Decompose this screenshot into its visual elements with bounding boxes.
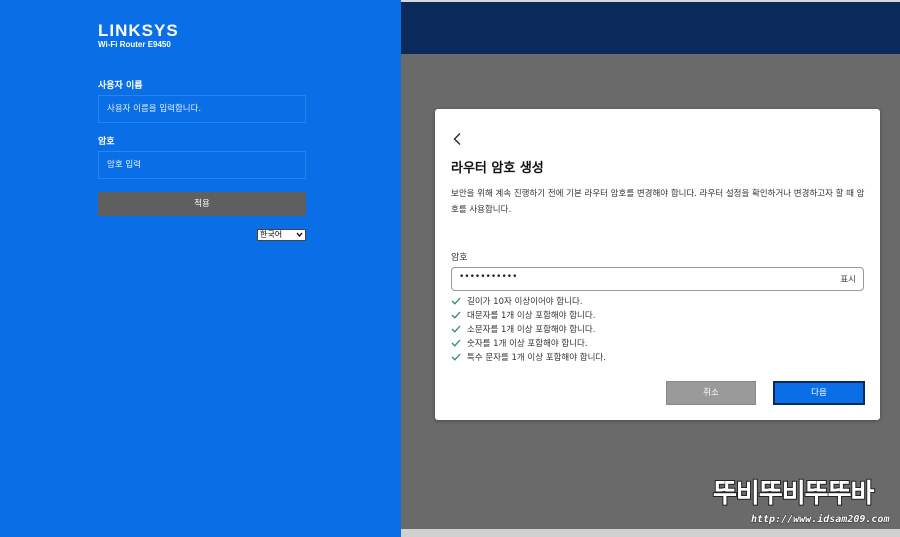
chevron-down-icon xyxy=(296,230,303,243)
dialog-title: 라우터 암호 생성 xyxy=(451,161,544,176)
check-icon xyxy=(451,353,461,361)
username-input[interactable]: 사용자 이름을 입력합니다. xyxy=(98,95,306,123)
rule-text: 숫자를 1개 이상 포함해야 합니다. xyxy=(467,339,588,349)
watermark-url: http://www.idsam209.com xyxy=(750,514,890,526)
rule-text: 특수 문자를 1개 이상 포함해야 합니다. xyxy=(467,353,606,363)
rule-text: 소문자를 1개 이상 포함해야 합니다. xyxy=(467,325,596,335)
rule-item: 소문자를 1개 이상 포함해야 합니다. xyxy=(451,322,606,336)
router-model: Wi-Fi Router E9450 xyxy=(98,40,171,49)
watermark-text: 뚜비뚜비뚜뚜바 xyxy=(712,478,875,510)
check-icon xyxy=(451,297,461,305)
check-icon xyxy=(451,311,461,319)
logo-text: LINKSYS xyxy=(98,21,179,40)
password-input[interactable]: 암호 입력 xyxy=(98,151,306,179)
rule-text: 길이가 10자 이상이어야 합니다. xyxy=(467,297,583,307)
apply-button[interactable]: 적용 xyxy=(98,192,306,216)
show-password-toggle[interactable]: 표시 xyxy=(840,273,856,285)
cancel-button[interactable]: 취소 xyxy=(666,381,756,405)
password-rules: 길이가 10자 이상이어야 합니다. 대문자를 1개 이상 포함해야 합니다. … xyxy=(451,294,606,364)
linksys-logo: LINKSYS Wi-Fi Router E9450 xyxy=(98,22,179,50)
password-label: 암호 xyxy=(98,137,115,147)
rule-item: 대문자를 1개 이상 포함해야 합니다. xyxy=(451,308,606,322)
back-arrow-icon[interactable] xyxy=(451,131,465,145)
new-password-label: 암호 xyxy=(451,253,468,263)
watermark: 뚜비뚜비뚜뚜바 http://www.idsam209.com xyxy=(712,478,898,535)
next-button[interactable]: 다음 xyxy=(773,381,865,405)
create-password-dialog: 라우터 암호 생성 보안을 위해 계속 진행하기 전에 기본 라우터 암호를 변… xyxy=(435,109,880,420)
top-banner xyxy=(401,0,900,54)
language-value: 한국어 xyxy=(260,230,283,239)
login-panel: LINKSYS Wi-Fi Router E9450 사용자 이름 사용자 이름… xyxy=(0,0,401,537)
username-label: 사용자 이름 xyxy=(98,81,143,91)
rule-item: 길이가 10자 이상이어야 합니다. xyxy=(451,294,606,308)
rule-text: 대문자를 1개 이상 포함해야 합니다. xyxy=(467,311,596,321)
password-value: ••••••••••• xyxy=(459,272,518,282)
check-icon xyxy=(451,325,461,333)
rule-item: 숫자를 1개 이상 포함해야 합니다. xyxy=(451,336,606,350)
dialog-description: 보안을 위해 계속 진행하기 전에 기본 라우터 암호를 변경해야 합니다. 라… xyxy=(451,189,865,215)
language-select[interactable]: 한국어 xyxy=(257,229,306,241)
rule-item: 특수 문자를 1개 이상 포함해야 합니다. xyxy=(451,350,606,364)
check-icon xyxy=(451,339,461,347)
new-password-input[interactable]: ••••••••••• 표시 xyxy=(451,267,864,291)
